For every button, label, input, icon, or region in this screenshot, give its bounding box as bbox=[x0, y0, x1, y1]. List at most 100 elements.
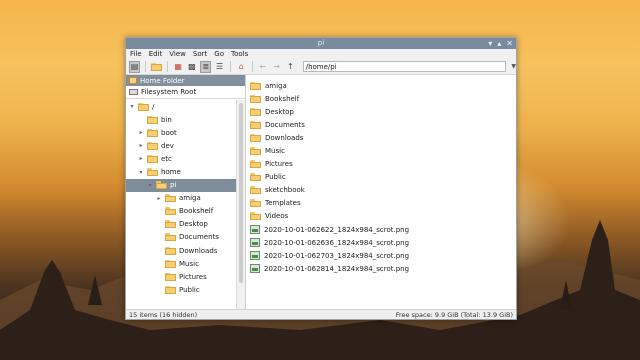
file-item[interactable]: 2020-10-01-062636_1824x984_scrot.png bbox=[246, 236, 516, 249]
side-pane-icon[interactable]: ▤ bbox=[129, 60, 140, 73]
menu-tools[interactable]: Tools bbox=[231, 50, 248, 58]
thumbnail-view-icon[interactable]: ▩ bbox=[186, 61, 197, 73]
file-item[interactable]: sketchbook bbox=[246, 184, 516, 197]
folder-icon bbox=[165, 220, 176, 229]
tree-item[interactable]: Desktop bbox=[126, 218, 236, 231]
tree-item[interactable]: Downloads bbox=[126, 244, 236, 257]
tree-item[interactable]: ▾ pi bbox=[126, 178, 236, 192]
status-bar: 15 items (16 hidden) Free space: 9.9 GiB… bbox=[126, 309, 516, 319]
folder-icon bbox=[165, 233, 176, 242]
folder-icon bbox=[250, 173, 261, 182]
back-icon[interactable]: ← bbox=[257, 61, 268, 73]
file-item[interactable]: 2020-10-01-062703_1824x984_scrot.png bbox=[246, 249, 516, 262]
file-item[interactable]: Videos bbox=[246, 210, 516, 223]
compact-view-icon[interactable]: ≣ bbox=[200, 60, 212, 73]
menu-sort[interactable]: Sort bbox=[193, 50, 207, 58]
file-item[interactable]: Bookshelf bbox=[246, 92, 516, 105]
home-icon[interactable]: ⌂ bbox=[236, 61, 247, 73]
file-item[interactable]: amiga bbox=[246, 79, 516, 92]
tree-item[interactable]: Bookshelf bbox=[126, 205, 236, 218]
folder-icon bbox=[250, 199, 261, 208]
file-item[interactable]: Public bbox=[246, 171, 516, 184]
folder-icon bbox=[250, 133, 261, 142]
tree-item[interactable]: ▾ / bbox=[126, 100, 236, 113]
folder-icon bbox=[250, 160, 261, 169]
tree-item[interactable]: ▸ boot bbox=[126, 126, 236, 139]
tree-item[interactable]: Public bbox=[126, 283, 236, 296]
free-space: Free space: 9.9 GiB (Total: 13.9 GiB) bbox=[395, 310, 513, 319]
menu-view[interactable]: View bbox=[169, 50, 186, 58]
tree-item-label: pi bbox=[170, 181, 177, 190]
tree-scrollbar-thumb[interactable] bbox=[239, 103, 243, 283]
folder-icon bbox=[250, 186, 261, 195]
path-text: /home/pi bbox=[305, 62, 337, 71]
expand-arrow-icon[interactable]: ▾ bbox=[138, 169, 144, 176]
collapse-arrow-icon[interactable]: ▸ bbox=[138, 155, 144, 162]
tree-item[interactable]: Documents bbox=[126, 231, 236, 244]
tree-item[interactable]: ▸ amiga bbox=[126, 192, 236, 205]
collapse-arrow-icon[interactable]: ▸ bbox=[156, 195, 162, 202]
file-item[interactable]: Downloads bbox=[246, 131, 516, 144]
tree-item[interactable]: ▸ dev bbox=[126, 139, 236, 152]
file-name: sketchbook bbox=[265, 186, 305, 195]
folder-icon bbox=[147, 154, 158, 163]
folder-icon bbox=[165, 272, 176, 281]
toolbar-separator bbox=[144, 61, 146, 72]
file-item[interactable]: Music bbox=[246, 144, 516, 157]
file-name: amiga bbox=[265, 81, 287, 90]
tree-item[interactable]: bin bbox=[126, 113, 236, 126]
icon-view-icon[interactable]: ▦ bbox=[173, 61, 184, 73]
file-name: Pictures bbox=[265, 160, 293, 169]
folder-icon bbox=[250, 120, 261, 129]
title-bar[interactable]: pi ▾ ▴ ✕ bbox=[126, 38, 516, 49]
filesystem-root-item[interactable]: Filesystem Root bbox=[126, 86, 245, 99]
item-count: 15 items (16 hidden) bbox=[129, 310, 198, 319]
file-item[interactable]: Documents bbox=[246, 118, 516, 131]
list-view-icon[interactable]: ☰ bbox=[214, 61, 225, 73]
menu-file[interactable]: File bbox=[130, 50, 142, 58]
file-item[interactable]: Pictures bbox=[246, 158, 516, 171]
menu-go[interactable]: Go bbox=[214, 50, 224, 58]
file-manager-window: pi ▾ ▴ ✕ File Edit View Sort Go Tools ▤ … bbox=[125, 37, 517, 320]
file-name: 2020-10-01-062622_1824x984_scrot.png bbox=[264, 225, 410, 234]
tree-item-label: Pictures bbox=[179, 272, 207, 281]
minimize-button[interactable]: ▾ bbox=[488, 39, 492, 48]
file-item[interactable]: 2020-10-01-062622_1824x984_scrot.png bbox=[246, 223, 516, 236]
tree-item-label: etc bbox=[161, 154, 172, 163]
folder-icon bbox=[250, 107, 261, 116]
side-pane-header[interactable]: Home Folder bbox=[126, 75, 245, 86]
file-item[interactable]: Desktop bbox=[246, 105, 516, 118]
folder-icon bbox=[250, 212, 261, 221]
tree-item[interactable]: Pictures bbox=[126, 270, 236, 283]
tree-item[interactable]: ▾ home bbox=[126, 165, 236, 178]
filesystem-root-label: Filesystem Root bbox=[141, 88, 197, 96]
collapse-arrow-icon[interactable]: ▸ bbox=[138, 129, 144, 136]
file-name: Bookshelf bbox=[265, 94, 300, 103]
new-folder-icon[interactable] bbox=[150, 61, 162, 73]
toolbar-separator bbox=[251, 61, 253, 72]
file-item[interactable]: 2020-10-01-062814_1824x984_scrot.png bbox=[246, 262, 516, 275]
close-button[interactable]: ✕ bbox=[506, 39, 513, 48]
file-item[interactable]: Templates bbox=[246, 197, 516, 210]
menu-edit[interactable]: Edit bbox=[149, 50, 163, 58]
file-name: Music bbox=[265, 147, 285, 156]
image-file-icon bbox=[250, 225, 260, 235]
path-dropdown-icon[interactable]: ▼ bbox=[511, 63, 516, 70]
folder-icon bbox=[147, 141, 158, 150]
tree-item-label: home bbox=[161, 168, 181, 177]
path-input[interactable]: /home/pi bbox=[302, 61, 507, 72]
tree-item[interactable]: Music bbox=[126, 257, 236, 270]
up-icon[interactable]: ↑ bbox=[285, 61, 296, 73]
expand-arrow-icon[interactable]: ▾ bbox=[147, 182, 153, 189]
expand-arrow-icon[interactable]: ▾ bbox=[129, 103, 135, 110]
folder-icon bbox=[165, 246, 176, 255]
tree-scrollbar[interactable] bbox=[236, 100, 245, 310]
forward-icon[interactable]: → bbox=[271, 61, 282, 73]
folder-icon bbox=[147, 128, 158, 137]
maximize-button[interactable]: ▴ bbox=[497, 39, 501, 48]
collapse-arrow-icon[interactable]: ▸ bbox=[138, 142, 144, 149]
tree-item[interactable]: ▸ etc bbox=[126, 152, 236, 165]
file-name: Public bbox=[265, 173, 286, 182]
menu-bar: File Edit View Sort Go Tools bbox=[126, 49, 516, 59]
toolbar-separator bbox=[166, 61, 168, 72]
